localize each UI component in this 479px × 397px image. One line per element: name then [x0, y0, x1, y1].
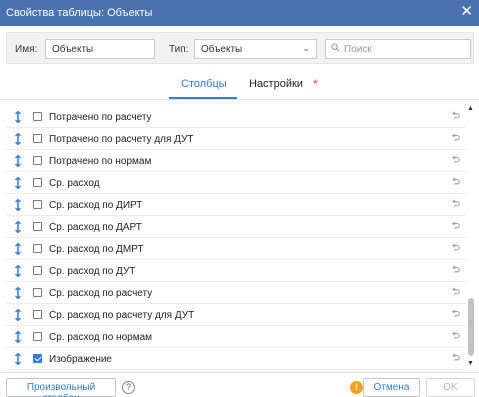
scrollbar-thumb[interactable]: [468, 298, 474, 356]
type-value: Объекты: [201, 44, 243, 55]
column-checkbox[interactable]: [33, 178, 42, 187]
help-icon[interactable]: ?: [122, 381, 135, 394]
column-checkbox[interactable]: [33, 134, 42, 143]
column-label: Ср. расход по ДМРТ: [49, 244, 144, 255]
list-item[interactable]: Ср. расход по нормам: [6, 326, 466, 348]
chevron-down-icon: ⌄: [302, 43, 310, 53]
reset-arrow-icon[interactable]: [450, 309, 460, 319]
column-checkbox[interactable]: [33, 288, 42, 297]
column-label: Ср. расход по ДАРТ: [49, 222, 142, 233]
column-label: Ср. расход по расчету для ДУТ: [49, 310, 195, 321]
close-icon[interactable]: ✕: [460, 4, 473, 20]
drag-handle-icon[interactable]: [14, 176, 22, 190]
drag-handle-icon[interactable]: [14, 242, 22, 256]
search-icon: [331, 43, 340, 52]
drag-handle-icon[interactable]: [14, 198, 22, 212]
list-item[interactable]: Потрачено по расчету для ДУТ: [6, 128, 466, 150]
drag-handle-icon[interactable]: [14, 286, 22, 300]
search-input[interactable]: Поиск: [325, 39, 471, 59]
window-titlebar: Свойства таблицы: Объекты ✕: [0, 0, 479, 26]
drag-handle-icon[interactable]: [14, 132, 22, 146]
list-item[interactable]: Ср. расход по расчету: [6, 282, 466, 304]
window-title: Свойства таблицы: Объекты: [6, 7, 153, 19]
reset-arrow-icon[interactable]: [450, 199, 460, 209]
column-label: Ср. расход: [49, 178, 100, 189]
list-item[interactable]: Потрачено по нормам: [6, 150, 466, 172]
reset-arrow-icon[interactable]: [450, 111, 460, 121]
column-checkbox[interactable]: [33, 332, 42, 341]
custom-column-button[interactable]: Произвольный столбец: [6, 378, 116, 397]
reset-arrow-icon[interactable]: [450, 353, 460, 363]
column-label: Ср. расход по ДИРТ: [49, 200, 143, 211]
reset-arrow-icon[interactable]: [450, 287, 460, 297]
type-label: Тип:: [169, 44, 189, 55]
reset-arrow-icon[interactable]: [450, 133, 460, 143]
modified-marker: *: [313, 77, 318, 91]
reset-arrow-icon[interactable]: [450, 243, 460, 253]
drag-handle-icon[interactable]: [14, 220, 22, 234]
column-checkbox[interactable]: [33, 354, 42, 363]
drag-handle-icon[interactable]: [14, 110, 22, 124]
scroll-up-icon[interactable]: ▲: [467, 105, 474, 112]
search-placeholder: Поиск: [344, 44, 372, 55]
tab-settings[interactable]: Настройки: [249, 78, 303, 90]
reset-arrow-icon[interactable]: [450, 265, 460, 275]
list-item[interactable]: Изображение: [6, 348, 466, 370]
filter-bar: Имя: Объекты Тип: Объекты ⌄ Поиск: [6, 32, 474, 64]
drag-handle-icon[interactable]: [14, 330, 22, 344]
drag-handle-icon[interactable]: [14, 264, 22, 278]
column-checkbox[interactable]: [33, 200, 42, 209]
cancel-button[interactable]: Отмена: [363, 378, 420, 397]
name-value: Объекты: [52, 44, 94, 55]
name-field[interactable]: Объекты: [45, 39, 155, 59]
column-label: Ср. расход по расчету: [49, 288, 153, 299]
column-label: Изображение: [49, 354, 112, 365]
drag-handle-icon[interactable]: [14, 154, 22, 168]
column-label: Потрачено по расчету: [49, 112, 152, 123]
drag-handle-icon[interactable]: [14, 308, 22, 322]
tab-bar: Столбцы Настройки *: [0, 72, 479, 104]
column-label: Ср. расход по нормам: [49, 332, 153, 343]
list-item[interactable]: Ср. расход по расчету для ДУТ: [6, 304, 466, 326]
reset-arrow-icon[interactable]: [450, 177, 460, 187]
drag-handle-icon[interactable]: [14, 352, 22, 366]
column-checkbox[interactable]: [33, 310, 42, 319]
column-checkbox[interactable]: [33, 244, 42, 253]
scroll-down-icon[interactable]: ▼: [467, 360, 474, 367]
reset-arrow-icon[interactable]: [450, 331, 460, 341]
ok-button[interactable]: OK: [426, 378, 475, 397]
scrollbar[interactable]: ▲ ▼: [466, 104, 475, 367]
type-select[interactable]: Объекты ⌄: [194, 39, 317, 59]
column-checkbox[interactable]: [33, 112, 42, 121]
column-checkbox[interactable]: [33, 266, 42, 275]
warning-icon[interactable]: !: [350, 381, 363, 394]
list-item[interactable]: Потрачено по расчету: [6, 106, 466, 128]
tab-divider: [0, 99, 479, 100]
column-checkbox[interactable]: [33, 156, 42, 165]
list-item[interactable]: Ср. расход по ДИРТ: [6, 194, 466, 216]
list-item[interactable]: Ср. расход по ДМРТ: [6, 238, 466, 260]
list-item[interactable]: Ср. расход по ДУТ: [6, 260, 466, 282]
column-checkbox[interactable]: [33, 222, 42, 231]
footer-divider: [0, 372, 479, 373]
reset-arrow-icon[interactable]: [450, 221, 460, 231]
column-label: Потрачено по расчету для ДУТ: [49, 134, 194, 145]
column-list: Потрачено по расчету Потрачено по расчету…: [6, 106, 466, 370]
name-label: Имя:: [15, 44, 38, 55]
list-item[interactable]: Ср. расход по ДАРТ: [6, 216, 466, 238]
column-label: Потрачено по нормам: [49, 156, 152, 167]
list-item[interactable]: Ср. расход: [6, 172, 466, 194]
reset-arrow-icon[interactable]: [450, 155, 460, 165]
tab-columns[interactable]: Столбцы: [181, 78, 227, 90]
column-label: Ср. расход по ДУТ: [49, 266, 136, 277]
